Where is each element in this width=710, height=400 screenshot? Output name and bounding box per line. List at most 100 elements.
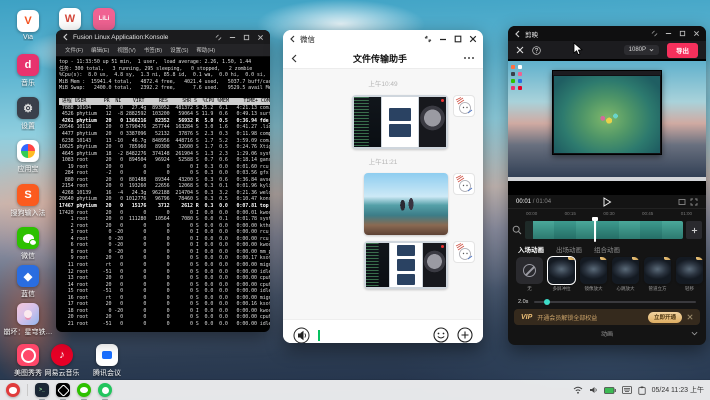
minimize-icon[interactable]	[229, 34, 236, 41]
back-icon[interactable]	[62, 33, 68, 41]
animation-preset[interactable]: 心跳放大	[612, 257, 639, 297]
chat-image-artwork[interactable]	[364, 173, 448, 235]
animation-preset[interactable]: 镜像放大	[580, 257, 607, 297]
wechat-titlebar[interactable]: 微信	[283, 30, 483, 48]
animation-tab[interactable]: 入场动画	[518, 244, 544, 254]
close-icon[interactable]	[257, 34, 264, 41]
app-icon[interactable]	[96, 344, 118, 366]
preset-thumbnail[interactable]	[548, 257, 575, 284]
vip-subscribe-button[interactable]: 立即开通	[648, 312, 682, 323]
help-icon[interactable]	[532, 46, 541, 55]
app-icon[interactable]: V	[17, 10, 39, 32]
taskbar-app-button[interactable]: >_	[35, 383, 49, 397]
close-icon[interactable]	[693, 30, 700, 37]
terminal-titlebar[interactable]: Fusion Linux Application:Konsole	[56, 30, 270, 44]
fullscreen-icon[interactable]	[690, 198, 698, 206]
desktop-icon[interactable]: 应用宝	[6, 140, 50, 174]
animation-preset[interactable]: 管道立方	[644, 257, 671, 297]
app-icon[interactable]: d	[17, 54, 39, 76]
maximize-icon[interactable]	[243, 34, 250, 41]
app-icon[interactable]: S	[17, 184, 39, 206]
desktop-icon[interactable]: 崩坏：星穹铁…	[6, 303, 50, 337]
back-icon[interactable]	[514, 30, 520, 38]
app-icon[interactable]	[17, 303, 39, 325]
collapse-chevron-icon[interactable]	[691, 331, 698, 336]
wifi-icon[interactable]	[573, 386, 583, 394]
desktop-icon[interactable]: V Via	[6, 10, 50, 41]
app-icon[interactable]: ♪	[51, 344, 73, 366]
preset-thumbnail[interactable]	[580, 257, 607, 284]
duration-slider[interactable]	[534, 301, 696, 303]
volume-icon[interactable]	[589, 386, 598, 394]
input-method-icon[interactable]	[622, 386, 632, 394]
video-clip[interactable]	[525, 221, 683, 239]
playhead[interactable]	[594, 218, 596, 242]
desktop-icon[interactable]: S 搜狗输入法	[6, 184, 50, 218]
desktop-icon[interactable]: d 音乐	[6, 54, 50, 88]
taskbar-app-button[interactable]	[98, 383, 112, 397]
close-icon[interactable]	[469, 35, 477, 43]
app-icon[interactable]	[17, 140, 39, 162]
avatar[interactable]	[453, 173, 475, 195]
menu-item[interactable]: 帮助(H)	[193, 46, 218, 54]
close-icon[interactable]	[687, 314, 693, 320]
preset-thumbnail[interactable]	[676, 257, 703, 284]
clipboard-icon[interactable]	[638, 386, 646, 395]
resolution-dropdown[interactable]: 1080P	[624, 45, 659, 55]
animation-tab[interactable]: 出场动画	[556, 244, 582, 254]
export-button[interactable]: 导出	[667, 43, 698, 58]
preset-thumbnail[interactable]	[644, 257, 671, 284]
app-icon[interactable]: ◆	[17, 265, 39, 287]
app-icon[interactable]: W	[59, 8, 81, 30]
back-icon[interactable]	[289, 35, 295, 43]
avatar[interactable]	[453, 95, 475, 117]
preset-thumbnail[interactable]	[612, 257, 639, 284]
launcher-button[interactable]	[6, 383, 20, 397]
app-icon[interactable]	[17, 227, 39, 249]
menu-item[interactable]: 编辑(E)	[88, 46, 112, 54]
minimize-icon[interactable]	[439, 35, 447, 43]
menu-item[interactable]: 文件(F)	[62, 46, 86, 54]
desktop-icon[interactable]: 微信	[6, 227, 50, 261]
chat-image-screenshot[interactable]	[364, 241, 448, 289]
app-icon[interactable]: LiLi	[93, 8, 115, 30]
maximize-icon[interactable]	[454, 35, 462, 43]
clock[interactable]: 05/24 11:23 上午	[652, 385, 704, 395]
plus-icon[interactable]	[457, 327, 473, 343]
timeline-track[interactable]	[508, 218, 706, 242]
app-icon[interactable]: ⚙	[17, 97, 39, 119]
desktop-icon[interactable]: 腾讯会议	[85, 344, 129, 378]
jianying-titlebar[interactable]: 剪映	[508, 26, 706, 41]
maximize-icon[interactable]	[679, 30, 686, 37]
voice-icon[interactable]	[293, 327, 310, 344]
add-clip-button[interactable]	[686, 221, 702, 239]
restore-icon[interactable]	[215, 34, 222, 41]
more-icon[interactable]	[463, 56, 475, 60]
taskbar-app-button[interactable]	[77, 383, 91, 397]
slider-handle[interactable]	[544, 299, 550, 305]
desktop-icon[interactable]: LiLi	[82, 8, 126, 32]
close-project-icon[interactable]	[516, 46, 524, 54]
app-icon[interactable]	[17, 344, 39, 366]
emoji-icon[interactable]	[433, 327, 449, 343]
desktop-icon[interactable]: ◆ 蓝信	[6, 265, 50, 299]
zoom-icon[interactable]	[512, 225, 522, 235]
taskbar-app-button[interactable]	[56, 383, 70, 397]
preset-thumbnail[interactable]	[516, 257, 543, 284]
animation-tab[interactable]: 组合动画	[594, 244, 620, 254]
animation-preset[interactable]: 多屏冲拉	[548, 257, 575, 297]
desktop-icon[interactable]: ♪ 网易云音乐	[40, 344, 84, 378]
animation-preset[interactable]: 无	[516, 257, 543, 297]
minimize-icon[interactable]	[665, 30, 672, 37]
restore-icon[interactable]	[424, 35, 432, 43]
chat-image-screenshot[interactable]	[352, 95, 448, 149]
battery-icon[interactable]	[604, 387, 616, 394]
play-button[interactable]	[603, 197, 612, 207]
avatar[interactable]	[453, 241, 475, 263]
menu-item[interactable]: 设置(S)	[167, 46, 191, 54]
restore-icon[interactable]	[651, 30, 658, 37]
video-preview[interactable]	[508, 59, 706, 195]
menu-item[interactable]: 视图(V)	[114, 46, 138, 54]
desktop-icon[interactable]: ⚙ 设置	[6, 97, 50, 131]
animation-preset[interactable]: 轻移	[676, 257, 703, 297]
